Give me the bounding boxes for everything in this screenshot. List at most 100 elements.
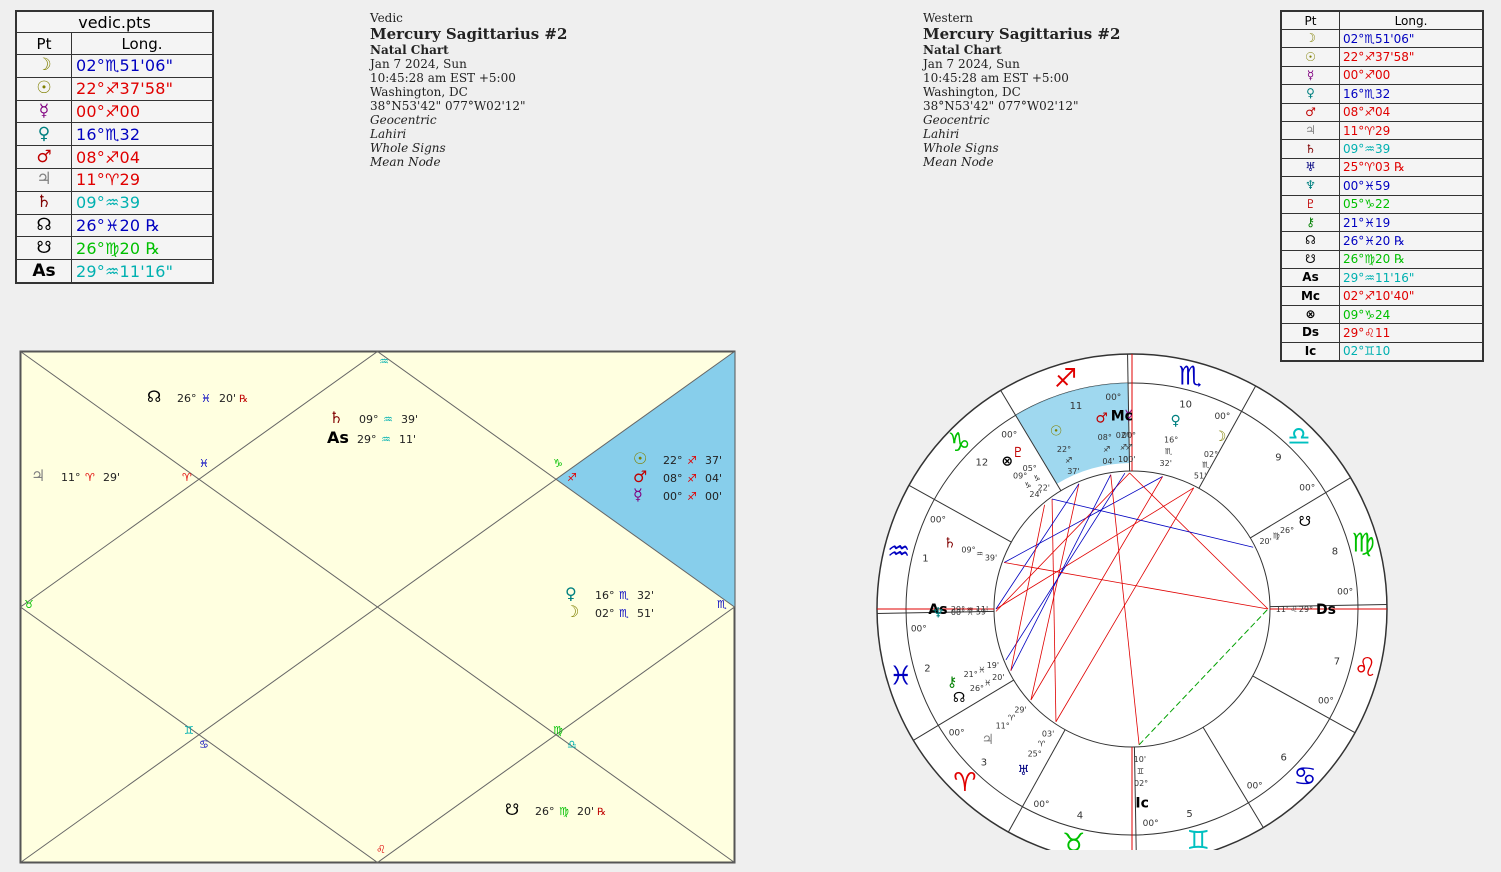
chart-node: Mean Node: [370, 155, 441, 169]
planet-sign: ♐: [1120, 443, 1127, 452]
zodiac-sign-icon: ♍: [1352, 529, 1375, 559]
point-row: ☊ 26°♓20 ℞: [1280, 231, 1484, 251]
planet-minute: 10': [1134, 755, 1146, 764]
point-row: Ds 29°♌11: [1280, 323, 1484, 343]
planet-degree: 00°: [951, 608, 965, 617]
planet-glyph-icon: ☊: [953, 690, 965, 706]
zodiac-sign-icon: ♉: [1062, 828, 1085, 850]
chart-ayanamsa: Lahiri: [370, 127, 407, 141]
planet-glyph-icon: ⚷: [947, 675, 957, 691]
planet-glyph-icon: ♄: [329, 408, 343, 427]
western-wheel-chart: 00°1♒00°2♓00°3♈00°4♉00°5♊00°6♋00°7 ♌00°8 ♍…: [876, 353, 1388, 850]
point-longitude: 08°♐04: [71, 145, 214, 169]
sign-marker: ♊: [184, 724, 194, 737]
saturn-icon: ♄: [15, 190, 72, 215]
pt-header: Pt: [15, 32, 72, 55]
point-longitude: 26°♍20 ℞: [71, 236, 214, 261]
chart-date: Jan 7 2024, Sun: [370, 57, 467, 71]
sign-marker: ♈: [182, 471, 192, 484]
planet-degree: 02°: [1116, 431, 1130, 440]
mercury-icon: ☿: [1280, 65, 1340, 86]
planet-glyph-icon: ♀: [1171, 413, 1181, 429]
point-row: ♅ 25°♈03 ℞: [1280, 157, 1484, 178]
south-node-icon: ☋: [15, 236, 72, 261]
cusp-degree: 00°: [1318, 696, 1334, 706]
planet-glyph-icon: ♂: [1095, 410, 1108, 426]
chart-name: Mercury Sagittarius #2: [370, 25, 568, 43]
cusp-degree: 00°: [1143, 819, 1159, 829]
planet-sign: ♑: [1024, 481, 1031, 490]
point-longitude: 00°♓59: [1339, 176, 1484, 196]
point-row: ☋ 26°♍20 ℞: [15, 236, 214, 261]
planet-sign: ♑: [1033, 474, 1040, 483]
point-row: ⊗ 09°♑24: [1280, 304, 1484, 325]
planet-glyph-icon: ♄: [943, 536, 956, 552]
planet-sign: ♐: [1103, 445, 1110, 454]
chart-system-label: Vedic: [370, 11, 403, 25]
planet-minute: 32': [1160, 459, 1172, 468]
moon-icon: ☽: [1280, 28, 1340, 49]
planet-minute: 03': [1042, 729, 1054, 738]
chiron-icon: ⚷: [1280, 212, 1340, 233]
mars-icon: ♂: [1280, 102, 1340, 122]
point-row: ♆ 00°♓59: [1280, 176, 1484, 196]
house-number: 3: [981, 758, 987, 769]
zodiac-sign-icon: ♓: [889, 661, 912, 691]
house-number: 11: [1070, 401, 1083, 412]
zodiac-sign-icon: ♌: [1354, 653, 1377, 683]
planet-minute: 51': [1194, 471, 1206, 480]
point-longitude: 16°♏32: [71, 122, 214, 147]
placement-minute: 37': [705, 454, 722, 467]
zodiac-sign-icon: ♈: [953, 768, 976, 798]
planet-sign: ♍: [1273, 531, 1280, 540]
chart-type: Natal Chart: [923, 43, 1002, 57]
point-row: ♃ 11°♈29: [15, 167, 214, 192]
point-longitude: 09°♒39: [71, 190, 214, 215]
point-row: ☿ 00°♐00: [1280, 65, 1484, 86]
planet-glyph-icon: Ic: [1135, 796, 1149, 812]
chart-time: 10:45:28 am EST +5:00: [370, 71, 516, 85]
placement-sign: ♏: [619, 607, 629, 620]
house-number: 10: [1179, 399, 1192, 410]
planet-glyph-icon: Mc: [1111, 408, 1133, 424]
western-chart-header: Western Mercury Sagittarius #2 Natal Cha…: [923, 11, 1120, 169]
point-longitude: 00°♐00: [1339, 65, 1484, 86]
planet-minute: 29': [1014, 705, 1026, 714]
point-row: Mc 02°♐10'40": [1280, 286, 1484, 306]
vedic-table-title: vedic.pts: [15, 10, 214, 33]
point-longitude: 26°♍20 ℞: [1339, 249, 1484, 270]
sign-marker: ♎: [567, 738, 577, 751]
point-longitude: 02°♐10'40": [1339, 286, 1484, 306]
north-node-icon: ☊: [15, 213, 72, 238]
point-longitude: 29°♌11: [1339, 323, 1484, 343]
mercury-icon: ☿: [15, 99, 72, 124]
house-number: 12: [975, 458, 988, 469]
point-longitude: 22°♐37'58": [71, 76, 214, 101]
point-row: As 29°♒11'16": [15, 259, 214, 284]
planet-degree: 26°: [1280, 526, 1294, 535]
point-longitude: 22°♐37'58": [1339, 47, 1484, 67]
placement-sign: ♒: [381, 433, 391, 446]
placement-minute: 04': [705, 472, 722, 485]
vedic-north-indian-chart: ♒♓♈♑♐♉ ♏♊♋♍♎♌☊ 26° ♓ 20' ℞♄ 09° ♒ 39'As 29° ♒ 11'♃ 1…: [19, 350, 736, 864]
jupiter-icon: ♃: [15, 167, 72, 192]
planet-glyph-icon: As: [327, 428, 349, 447]
cusp-degree: 00°: [930, 516, 946, 526]
cusp-degree: 00°: [949, 729, 965, 739]
planet-glyph-icon: ☋: [1299, 514, 1311, 530]
point-row: ☊ 26°♓20 ℞: [15, 213, 214, 238]
point-row: ☽ 02°♏51'06": [15, 54, 214, 78]
chart-date: Jan 7 2024, Sun: [923, 57, 1020, 71]
planet-glyph-icon: ♆: [932, 605, 945, 621]
long-header: Long.: [1339, 10, 1484, 30]
planet-sign: ♒: [976, 550, 983, 559]
placement-degree: 02°: [595, 607, 615, 620]
planet-sign: ♓: [984, 679, 991, 688]
point-row: As 29°♒11'16": [1280, 268, 1484, 288]
cusp-degree: 00°: [1337, 587, 1353, 597]
planet-glyph-icon: ☉: [633, 449, 647, 468]
north-node-icon: ☊: [1280, 231, 1340, 251]
point-longitude: 26°♓20 ℞: [1339, 231, 1484, 251]
planet-degree: 02°: [1204, 450, 1218, 459]
chart-centric: Geocentric: [370, 113, 437, 127]
